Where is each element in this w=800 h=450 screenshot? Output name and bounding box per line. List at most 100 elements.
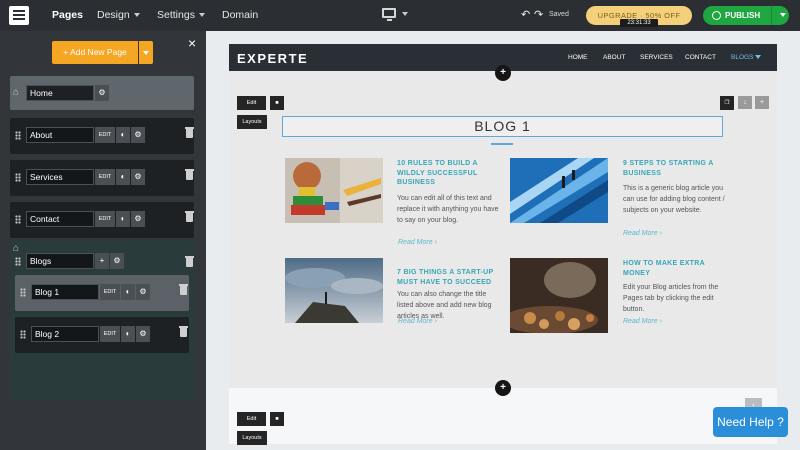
chevron-down-icon [133, 13, 140, 18]
read-more-link-1[interactable]: Read More › [398, 239, 437, 246]
site-nav-services[interactable]: SERVICES [640, 54, 673, 61]
gear-icon[interactable]: ⚙ [136, 284, 150, 300]
title-underline [491, 143, 513, 145]
section-edit-button[interactable]: Edit [237, 412, 266, 426]
chevron-down-icon[interactable] [402, 12, 408, 16]
chevron-down-icon [143, 51, 149, 55]
publish-label: PUBLISH [725, 11, 761, 20]
post-image-2[interactable] [510, 158, 608, 223]
drag-handle-icon[interactable] [15, 131, 21, 140]
trash-icon[interactable] [185, 169, 194, 180]
page-item-blog-1[interactable]: Blog 1 EDIT ◐ ⚙ [15, 275, 189, 311]
globe-icon [712, 11, 721, 20]
site-nav-contact[interactable]: CONTACT [685, 54, 716, 61]
section-edit-button[interactable]: Edit [237, 96, 266, 110]
app-menu-icon[interactable] [9, 6, 29, 25]
page-name-field[interactable]: About [26, 127, 94, 143]
page-item-about[interactable]: About EDIT ◐ ⚙ [10, 118, 194, 154]
edit-button[interactable]: EDIT [95, 169, 115, 185]
nav-settings[interactable]: Settings [157, 9, 205, 21]
desktop-preview-stand [387, 19, 392, 21]
add-page-options-button[interactable] [139, 41, 153, 64]
post-excerpt-2: This is a generic blog article you can u… [623, 185, 725, 214]
read-more-link-3[interactable]: Read More › [398, 318, 437, 325]
page-name-field[interactable]: Blog 1 [31, 284, 99, 300]
post-image-4[interactable] [510, 258, 608, 333]
palette-icon[interactable]: ◐ [116, 169, 130, 185]
drag-handle-icon[interactable] [15, 215, 21, 224]
nav-design[interactable]: Design [97, 9, 140, 21]
gear-icon[interactable]: ⚙ [131, 127, 145, 143]
top-toolbar: Pages Design Settings Domain ↶ ↷ Saved U… [0, 0, 800, 31]
close-icon[interactable]: × [188, 35, 196, 51]
read-more-link-4[interactable]: Read More › [623, 318, 662, 325]
drag-handle-icon[interactable] [20, 288, 26, 297]
page-item-home[interactable]: ⌂ Home ⚙ [10, 76, 194, 110]
publish-options-icon[interactable] [780, 13, 786, 17]
trash-icon[interactable]: ■ [270, 412, 284, 426]
page-name-field[interactable]: Blog 2 [31, 326, 99, 342]
undo-icon[interactable]: ↶ [521, 8, 530, 21]
add-section-button[interactable]: + [495, 380, 511, 396]
post-title-2[interactable]: 9 STEPS TO STARTING A BUSINESS [623, 159, 733, 178]
post-excerpt-1: You can edit all of this text and replac… [397, 195, 499, 224]
post-image-1[interactable] [285, 158, 383, 223]
page-name-field[interactable]: Blogs [26, 253, 94, 269]
trash-icon[interactable] [185, 127, 194, 138]
home-icon: ⌂ [13, 243, 20, 254]
trash-icon[interactable] [185, 256, 194, 267]
layouts-button[interactable]: Layouts [237, 431, 267, 445]
edit-button[interactable]: EDIT [100, 284, 120, 300]
page-item-blog-2[interactable]: Blog 2 EDIT ◐ ⚙ [15, 317, 189, 353]
need-help-button[interactable]: Need Help ? [713, 407, 788, 437]
drag-handle-icon[interactable] [20, 330, 26, 339]
palette-icon[interactable]: ◐ [116, 127, 130, 143]
page-item-contact[interactable]: Contact EDIT ◐ ⚙ [10, 202, 194, 238]
edit-button[interactable]: EDIT [95, 211, 115, 227]
add-new-page-button[interactable]: + Add New Page [52, 41, 138, 64]
drag-handle-icon[interactable] [15, 257, 21, 266]
site-nav-blogs[interactable]: BLOGS [731, 54, 762, 61]
trash-icon[interactable] [185, 211, 194, 222]
copy-icon[interactable]: ❐ [720, 96, 734, 110]
gear-icon[interactable]: ⚙ [110, 253, 124, 269]
trash-icon[interactable] [179, 326, 188, 337]
gear-icon[interactable]: ⚙ [131, 211, 145, 227]
post-title-3[interactable]: 7 BIG THINGS A START-UP MUST HAVE TO SUC… [397, 268, 507, 287]
trash-icon[interactable]: ■ [270, 96, 284, 110]
post-title-1[interactable]: 10 RULES TO BUILD A WILDLY SUCCESSFUL BU… [397, 159, 507, 188]
post-image-3[interactable] [285, 258, 383, 323]
add-icon[interactable]: + [755, 96, 769, 109]
page-name-field[interactable]: Contact [26, 211, 94, 227]
page-name-field[interactable]: Services [26, 169, 94, 185]
palette-icon[interactable]: ◐ [121, 326, 135, 342]
trash-icon[interactable] [179, 284, 188, 295]
desktop-preview-icon[interactable] [382, 8, 396, 18]
gear-icon[interactable]: ⚙ [136, 326, 150, 342]
publish-button[interactable]: PUBLISH [703, 6, 789, 25]
add-section-button[interactable]: + [495, 65, 511, 81]
page-name-field[interactable]: Home [26, 85, 94, 101]
drag-handle-icon[interactable] [15, 173, 21, 182]
redo-icon[interactable]: ↷ [534, 8, 543, 21]
site-nav-home[interactable]: HOME [568, 54, 588, 61]
move-down-icon[interactable]: ↓ [738, 96, 752, 109]
site-nav-about[interactable]: ABOUT [603, 54, 625, 61]
palette-icon[interactable]: ◐ [116, 211, 130, 227]
edit-button[interactable]: EDIT [95, 127, 115, 143]
page-item-services[interactable]: Services EDIT ◐ ⚙ [10, 160, 194, 196]
palette-icon[interactable]: ◐ [121, 284, 135, 300]
read-more-link-2[interactable]: Read More › [623, 230, 662, 237]
pages-sidebar: + Add New Page × ⌂ Home ⚙ About EDIT ◐ ⚙… [0, 31, 206, 450]
section-title[interactable]: BLOG 1 [282, 116, 723, 137]
layouts-button[interactable]: Layouts [237, 115, 267, 129]
nav-domain[interactable]: Domain [222, 9, 258, 21]
add-subpage-icon[interactable]: + [95, 253, 109, 269]
edit-button[interactable]: EDIT [100, 326, 120, 342]
nav-pages[interactable]: Pages [52, 9, 83, 21]
gear-icon[interactable]: ⚙ [95, 85, 109, 101]
offer-timer: 23:31:33 [620, 19, 658, 27]
site-logo: EXPERTE [237, 51, 309, 66]
post-title-4[interactable]: HOW TO MAKE EXTRA MONEY [623, 259, 733, 278]
gear-icon[interactable]: ⚙ [131, 169, 145, 185]
